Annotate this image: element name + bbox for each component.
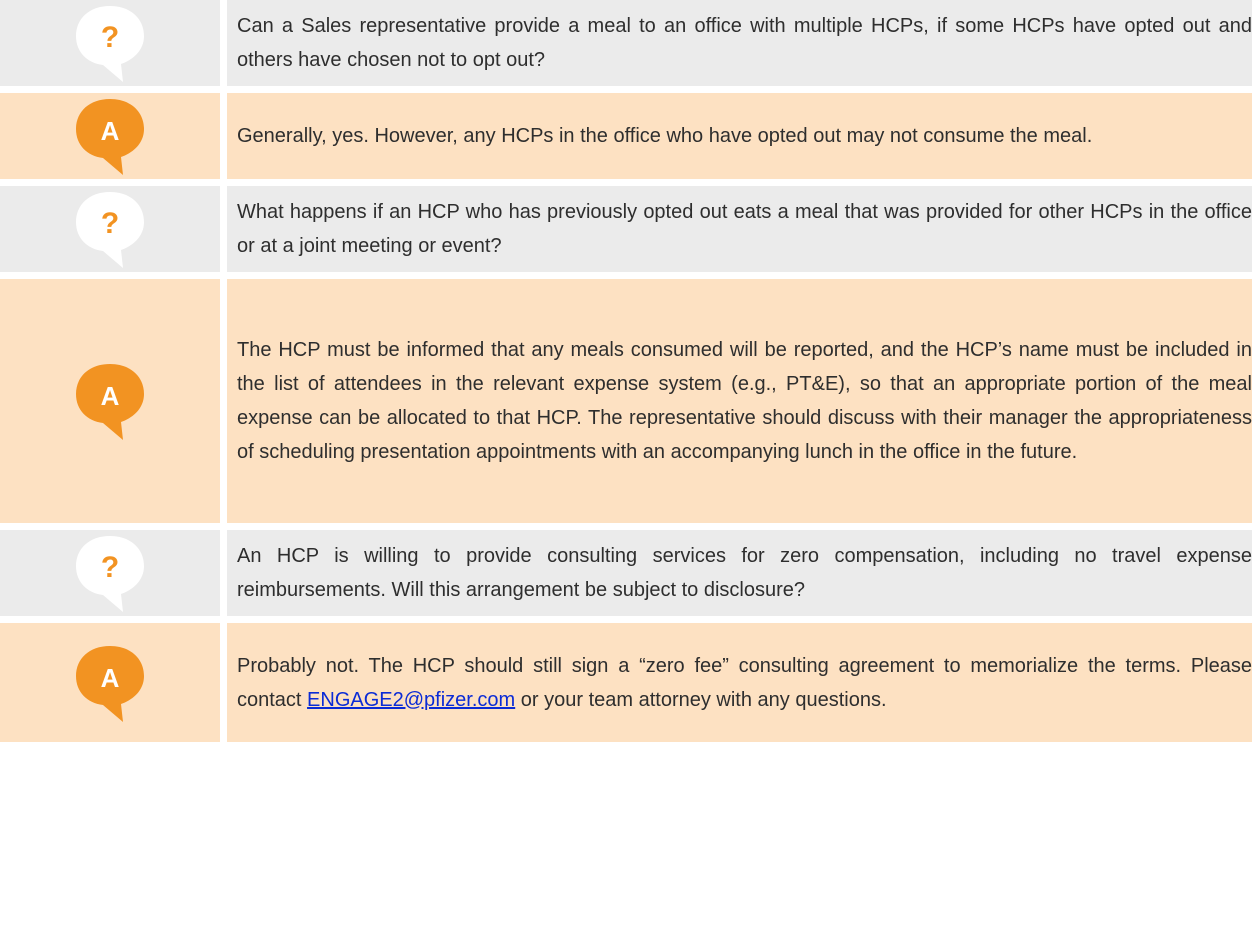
question-bubble-icon: ?	[76, 536, 144, 612]
answer-glyph: A	[101, 381, 120, 411]
question-text: Can a Sales representative provide a mea…	[237, 15, 1252, 71]
answer-bubble-icon: A	[76, 364, 144, 440]
answer-glyph: A	[101, 116, 120, 146]
question-text-cell: Can a Sales representative provide a mea…	[227, 0, 1252, 86]
question-glyph: ?	[101, 551, 119, 584]
answer-icon-cell: A	[0, 93, 220, 179]
question-icon-cell: ?	[0, 530, 220, 616]
answer-text: Probably not. The HCP should still sign …	[237, 649, 1252, 717]
faq-answer-row: A Generally, yes. However, any HCPs in t…	[0, 93, 1252, 179]
answer-bubble-icon: A	[76, 645, 144, 722]
answer-text-after-link: or your team attorney with any questions…	[515, 688, 887, 711]
answer-text-cell: Probably not. The HCP should still sign …	[227, 623, 1252, 742]
answer-bubble-icon: A	[76, 99, 144, 175]
question-bubble-icon: ?	[76, 6, 144, 82]
question-text-cell: An HCP is willing to provide consulting …	[227, 530, 1252, 616]
answer-icon-cell: A	[0, 623, 220, 742]
answer-text: The HCP must be informed that any meals …	[237, 339, 1252, 463]
question-text: An HCP is willing to provide consulting …	[237, 545, 1252, 601]
answer-text-cell: Generally, yes. However, any HCPs in the…	[227, 93, 1252, 179]
question-icon-cell: ?	[0, 186, 220, 272]
faq-answer-row: A The HCP must be informed that any meal…	[0, 279, 1252, 523]
faq-answer-row: A Probably not. The HCP should still sig…	[0, 623, 1252, 742]
answer-text: Generally, yes. However, any HCPs in the…	[237, 125, 1093, 147]
email-link[interactable]: ENGAGE2@pfizer.com	[307, 689, 515, 711]
question-glyph: ?	[101, 21, 119, 54]
faq-question-row: ? Can a Sales representative provide a m…	[0, 0, 1252, 86]
question-text-cell: What happens if an HCP who has previousl…	[227, 186, 1252, 272]
answer-text-cell: The HCP must be informed that any meals …	[227, 279, 1252, 523]
question-glyph: ?	[101, 207, 119, 240]
faq-question-row: ? An HCP is willing to provide consultin…	[0, 530, 1252, 616]
answer-icon-cell: A	[0, 279, 220, 523]
question-text: What happens if an HCP who has previousl…	[237, 201, 1252, 257]
faq-list: ? Can a Sales representative provide a m…	[0, 0, 1252, 742]
question-bubble-icon: ?	[76, 192, 144, 268]
question-icon-cell: ?	[0, 0, 220, 86]
faq-question-row: ? What happens if an HCP who has previou…	[0, 186, 1252, 272]
answer-glyph: A	[101, 663, 120, 693]
